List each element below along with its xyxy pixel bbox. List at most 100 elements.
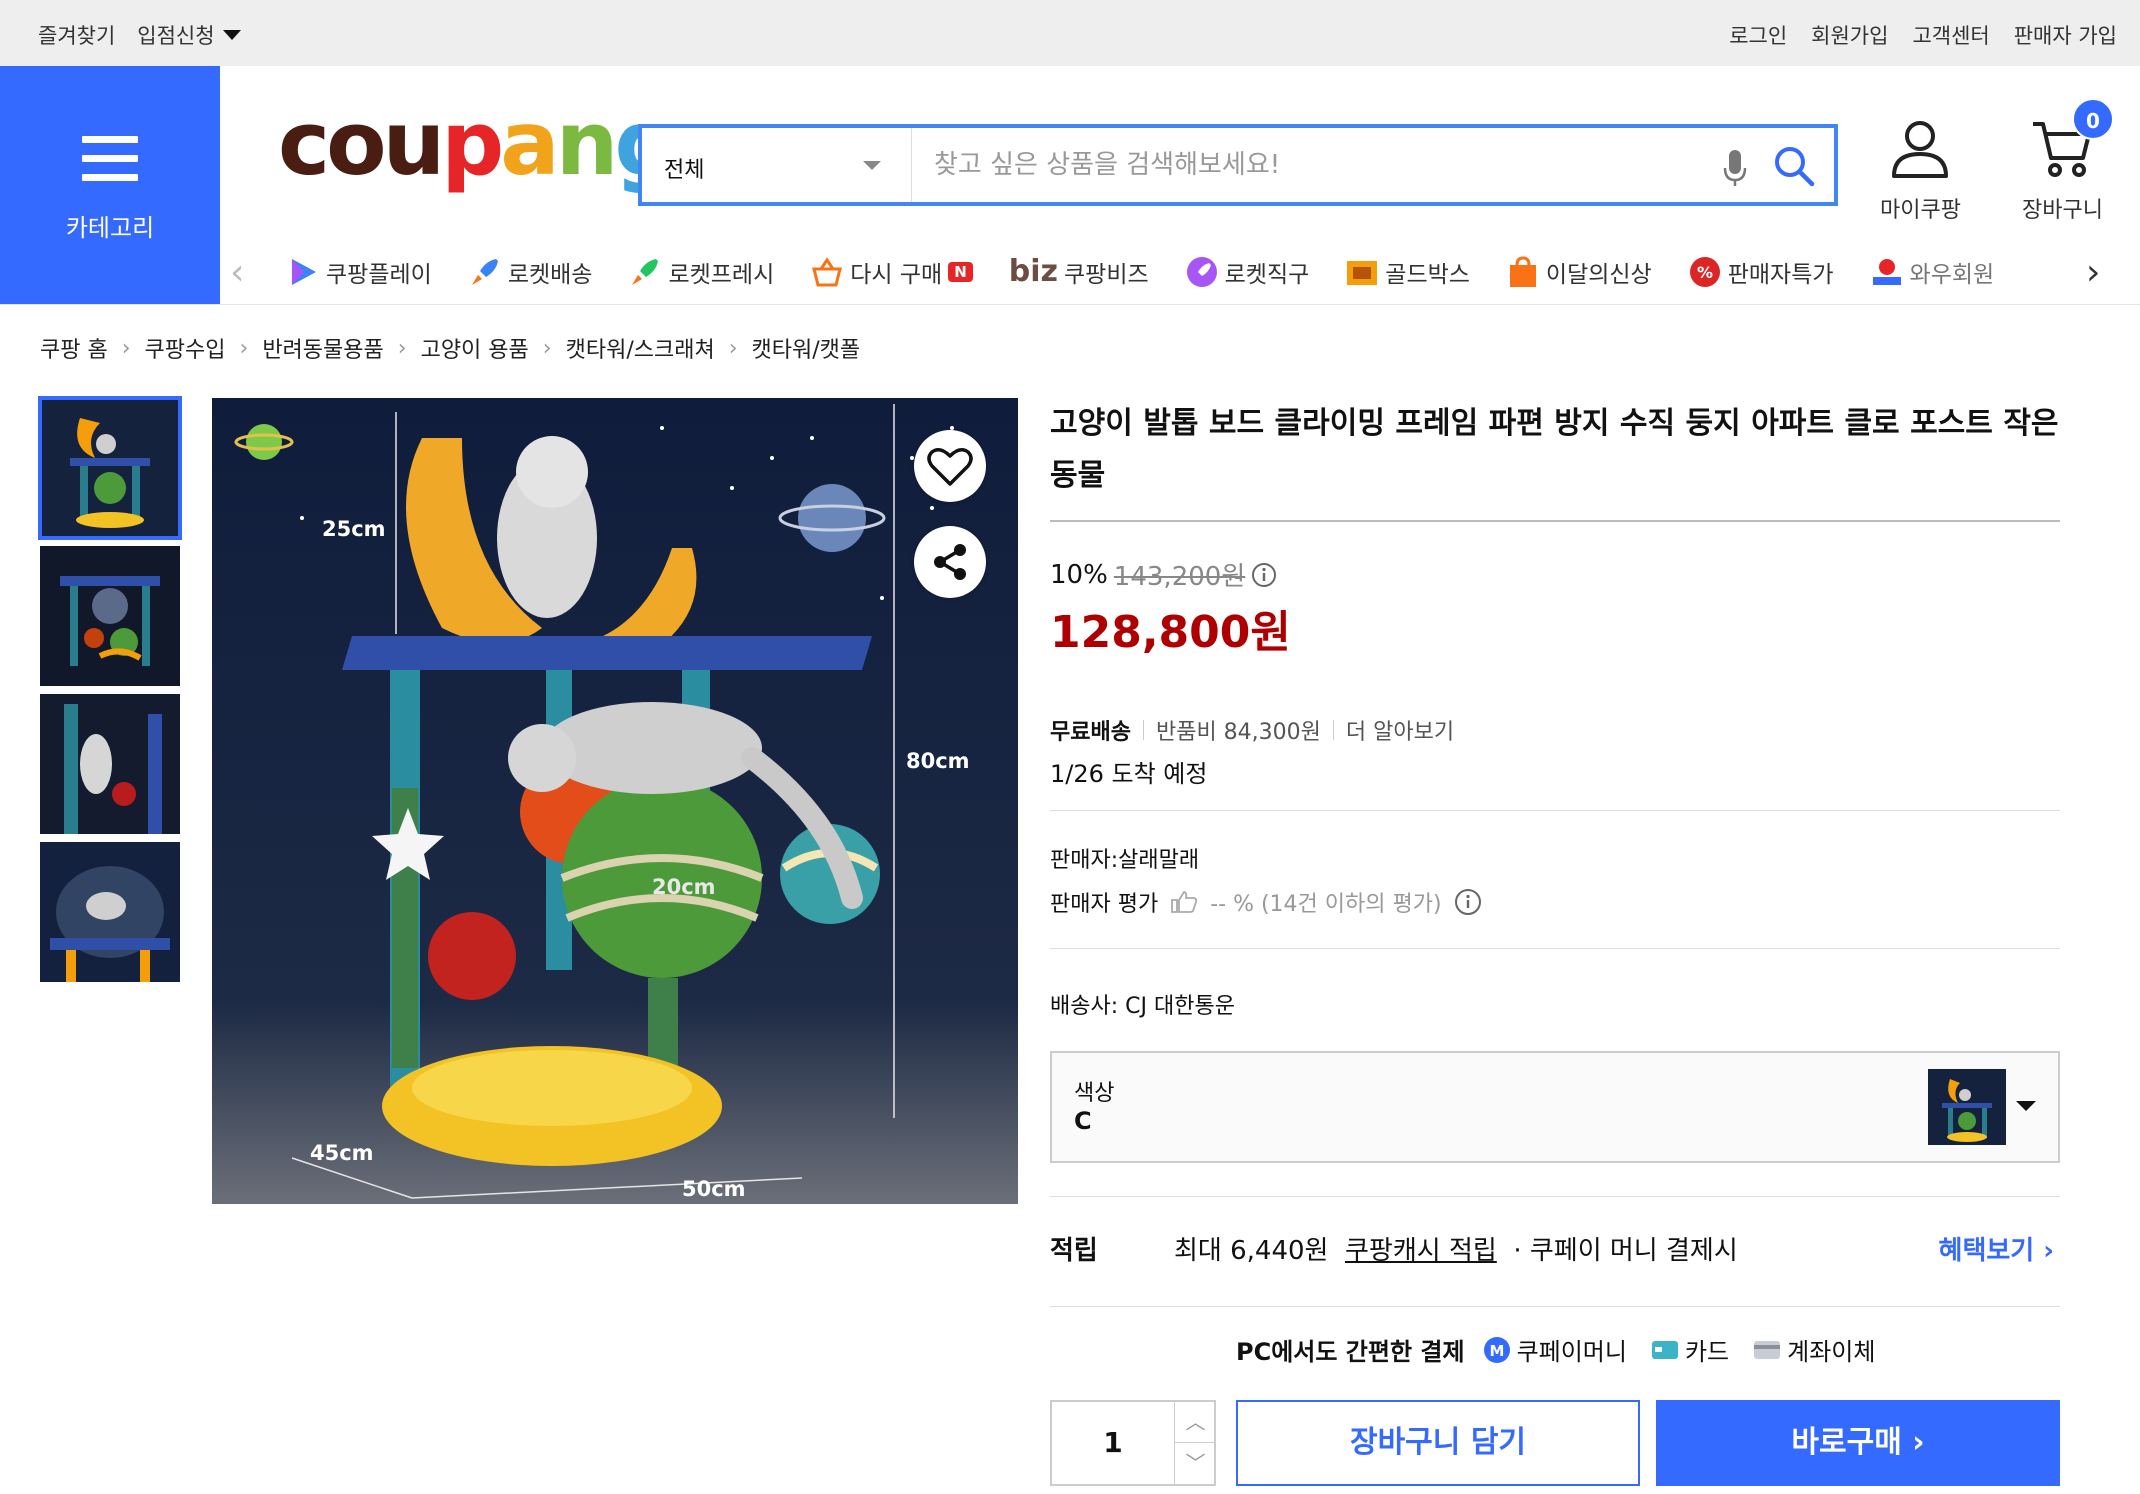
favorites-link[interactable]: 즐겨찾기 [38, 20, 115, 50]
nav-item-rocket-delivery[interactable]: 로켓배송 [468, 254, 593, 289]
nav-item-label: 로켓배송 [507, 261, 593, 288]
product-title: 고양이 발톱 보드 클라이밍 프레임 파편 방지 수직 둥지 아파트 클로 포스… [1050, 406, 2059, 493]
nav-item-coupangbiz[interactable]: biz 쿠팡비즈 [1009, 254, 1149, 289]
search-icon[interactable] [1772, 144, 1816, 192]
login-link[interactable]: 로그인 [1729, 20, 1787, 50]
top-utility-bar: 즐겨찾기 입점신청 로그인 회원가입 고객센터 판매자 가입 [0, 0, 2140, 66]
info-icon[interactable] [1454, 888, 1482, 916]
share-button[interactable] [914, 526, 986, 598]
option-thumbnail [1928, 1069, 2006, 1145]
nav-item-label: 와우회원 [1909, 261, 1995, 288]
coupang-cash-link[interactable]: 쿠팡캐시 적립 [1345, 1236, 1497, 1266]
add-to-cart-button[interactable]: 장바구니 담기 [1236, 1400, 1640, 1486]
chevron-down-icon: ﹀ [1185, 1451, 1206, 1475]
rocket-icon [471, 258, 498, 285]
nav-item-new-arrivals[interactable]: 이달의신상 [1506, 254, 1652, 289]
seller-rating-label: 판매자 평가 [1050, 892, 1159, 917]
signup-link[interactable]: 회원가입 [1811, 20, 1888, 50]
thumbnail-list [38, 396, 182, 990]
arrival-date: 1/26 도착 예정 [1050, 760, 1208, 788]
nav-item-coupangplay[interactable]: 쿠팡플레이 [286, 254, 432, 289]
mypage-button[interactable]: 마이쿠팡 [1880, 118, 1961, 224]
info-icon[interactable] [1251, 562, 1277, 588]
dimension-label: 20cm [652, 875, 716, 899]
payment-method-card: 카드 [1651, 1332, 1729, 1367]
seller-join-link[interactable]: 판매자 가입 [2014, 20, 2117, 50]
thumbs-up-icon [1171, 891, 1198, 913]
quantity-decrease-button[interactable]: ﹀ [1174, 1443, 1216, 1484]
option-value: C [1074, 1107, 1092, 1135]
seller-name[interactable]: 판매자:살래말래 [1050, 842, 1199, 874]
nav-item-rocket-direct[interactable]: 로켓직구 [1185, 254, 1309, 289]
search-input[interactable] [914, 128, 1674, 202]
payment-method-coupaymoney: M 쿠페이머니 [1483, 1332, 1627, 1367]
nav-item-seller-deals[interactable]: % 판매자특가 [1688, 254, 1834, 289]
breadcrumb-item[interactable]: 캣타워/스크래쳐 [566, 332, 715, 364]
chevron-right-icon: › [239, 335, 249, 361]
category-menu-button[interactable]: 카테고리 [0, 66, 220, 304]
quantity-value[interactable]: 1 [1052, 1402, 1174, 1484]
nav-item-goldbox[interactable]: 골드박스 [1345, 254, 1470, 289]
breadcrumb-item[interactable]: 고양이 용품 [421, 332, 529, 364]
product-main-image[interactable]: 25cm 80cm 20cm 45cm 50cm [212, 398, 1018, 1204]
hamburger-icon [82, 136, 138, 193]
nav-item-rocket-fresh[interactable]: 로켓프레시 [628, 254, 774, 289]
original-price: 143,200원 [1113, 562, 1246, 592]
rocket-fresh-icon [632, 258, 659, 285]
seller-apply-dropdown[interactable]: 입점신청 [137, 20, 241, 50]
user-icon [1892, 121, 1949, 178]
percent-badge-icon: % [1689, 256, 1720, 287]
seller-rating-value: -- % (14건 이하의 평가) [1210, 892, 1442, 917]
chevron-down-icon [863, 161, 881, 170]
nav-item-wow[interactable]: 와우회원 [1870, 254, 1995, 289]
breadcrumb-item[interactable]: 반려동물용품 [262, 332, 383, 364]
nav-item-label: 골드박스 [1385, 261, 1470, 288]
return-fee: 반품비 84,300원 [1155, 720, 1321, 745]
product-thumbnail[interactable] [40, 694, 180, 834]
service-nav: ‹ 쿠팡플레이 로켓배송 로켓프레시 다시 구매 N biz 쿠팡비즈 로켓직구 [230, 248, 2110, 298]
product-thumbnail[interactable] [40, 842, 180, 982]
dimension-label: 80cm [906, 749, 970, 773]
nav-item-label: 판매자특가 [1727, 261, 1834, 288]
product-thumbnail[interactable] [40, 546, 180, 686]
divider [1050, 1196, 2060, 1197]
color-option-select[interactable]: 색상 C [1050, 1051, 2060, 1163]
learn-more-link[interactable]: 더 알아보기 [1346, 714, 1454, 746]
quantity-increase-button[interactable]: ︿ [1174, 1402, 1216, 1443]
buy-now-button[interactable]: 바로구매 › [1656, 1400, 2060, 1486]
dimension-label: 45cm [310, 1141, 374, 1165]
search-category-value: 전체 [664, 158, 705, 183]
nav-item-rebuy[interactable]: 다시 구매 N [810, 254, 973, 289]
coupang-logo[interactable]: coupang [278, 100, 677, 188]
cart-button[interactable]: 0 장바구니 [2022, 98, 2114, 224]
divider [1050, 810, 2060, 811]
nav-next-arrow-icon[interactable]: › [2086, 252, 2100, 293]
chevron-right-icon: › [542, 335, 552, 361]
header-divider [0, 304, 2140, 305]
product-thumbnail[interactable] [38, 396, 182, 540]
option-label: 색상 [1074, 1081, 1115, 1106]
customer-center-link[interactable]: 고객센터 [1912, 20, 1989, 50]
divider [1050, 1306, 2060, 1307]
discount-rate: 10% [1050, 559, 1108, 590]
chevron-right-icon: › [121, 335, 131, 361]
reward-label: 적립 [1050, 1236, 1098, 1266]
discount-row: 10% 143,200원 [1050, 556, 1277, 593]
search-category-select[interactable]: 전체 [642, 128, 912, 202]
cash-reward-row: 적립 최대 6,440원 쿠팡캐시 적립 · 쿠페이 머니 결제시 혜택보기 › [1050, 1230, 2060, 1270]
breadcrumb-item[interactable]: 캣타워/캣폴 [752, 332, 861, 364]
breadcrumb: 쿠팡 홈 › 쿠팡수입 › 반려동물용품 › 고양이 용품 › 캣타워/스크래쳐… [40, 332, 860, 364]
share-icon [934, 544, 966, 580]
goldbox-icon [1347, 260, 1378, 285]
nav-prev-arrow-icon[interactable]: ‹ [230, 252, 244, 293]
breadcrumb-item[interactable]: 쿠팡 홈 [40, 332, 108, 364]
payment-method-bank: 계좌이체 [1753, 1332, 1875, 1367]
wishlist-button[interactable] [914, 430, 986, 502]
category-label: 카테고리 [65, 214, 155, 242]
microphone-icon[interactable] [1722, 148, 1748, 192]
dimension-label: 50cm [682, 1177, 746, 1201]
play-icon [292, 258, 316, 285]
rocket-global-icon [1186, 256, 1217, 287]
benefits-link[interactable]: 혜택보기 › [1939, 1230, 2054, 1267]
breadcrumb-item[interactable]: 쿠팡수입 [145, 332, 226, 364]
